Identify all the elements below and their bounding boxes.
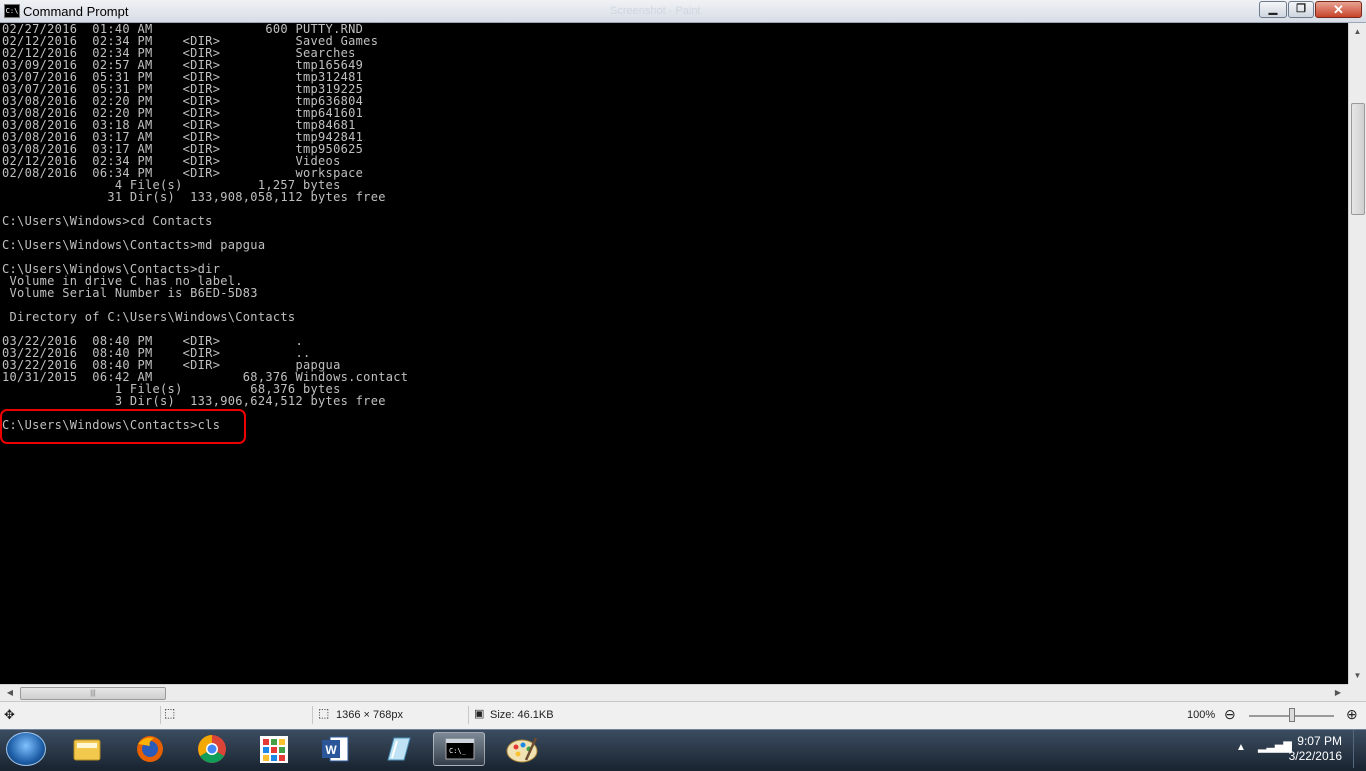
command-prompt-window: C:\ Command Prompt Screenshot - Paint ▁ … bbox=[0, 0, 1366, 708]
vertical-scrollbar[interactable]: ▲ ▼ bbox=[1348, 23, 1366, 684]
network-signal-icon[interactable]: ▂▃▅▇ bbox=[1258, 740, 1292, 753]
status-divider bbox=[160, 706, 161, 724]
selection-icon: ⬚ bbox=[164, 706, 176, 720]
status-divider bbox=[468, 706, 469, 724]
cmd-icon: C:\_ bbox=[445, 738, 475, 760]
taskbar-word[interactable]: W bbox=[310, 732, 362, 766]
restore-icon: ❐ bbox=[1296, 3, 1306, 15]
console-output[interactable]: 02/27/2016 01:40 AM 600 PUTTY.RND 02/12/… bbox=[0, 23, 1348, 684]
minimize-icon: ▁ bbox=[1268, 3, 1278, 15]
word-icon: W bbox=[322, 736, 349, 762]
horizontal-scroll-thumb[interactable]: ||| bbox=[20, 687, 166, 700]
taskbar-apps[interactable] bbox=[248, 732, 300, 766]
maximize-button[interactable]: ❐ bbox=[1288, 1, 1314, 18]
taskbar-paint[interactable] bbox=[496, 732, 548, 766]
scroll-left-arrow-icon[interactable]: ◀ bbox=[2, 685, 18, 701]
taskbar-cmd[interactable]: C:\_ bbox=[433, 732, 485, 766]
console-text: 02/27/2016 01:40 AM 600 PUTTY.RND 02/12/… bbox=[2, 23, 409, 432]
taskbar-firefox[interactable] bbox=[124, 732, 176, 766]
zoom-in-icon[interactable]: ⊕ bbox=[1346, 706, 1358, 723]
taskbar-explorer[interactable] bbox=[61, 732, 113, 766]
apps-grid-icon bbox=[260, 736, 288, 763]
scroll-right-arrow-icon[interactable]: ▶ bbox=[1330, 685, 1346, 701]
svg-text:W: W bbox=[325, 743, 337, 757]
scroll-down-arrow-icon[interactable]: ▼ bbox=[1349, 667, 1366, 684]
status-divider bbox=[312, 706, 313, 724]
scroll-up-arrow-icon[interactable]: ▲ bbox=[1349, 23, 1366, 40]
taskbar: W C:\_ ▲ ▂▃▅▇ 9:07 PM 3/22/2016 bbox=[0, 729, 1366, 768]
zoom-out-icon[interactable]: ⊖ bbox=[1224, 706, 1236, 723]
paint-icon bbox=[506, 737, 538, 763]
image-size-icon: ⬚ bbox=[318, 706, 330, 720]
ghost-title: Screenshot - Paint bbox=[610, 5, 701, 17]
chrome-icon bbox=[198, 735, 226, 763]
red-annotation-circle bbox=[0, 409, 246, 444]
title-bar[interactable]: C:\ Command Prompt Screenshot - Paint ▁ … bbox=[0, 0, 1366, 23]
start-button[interactable] bbox=[6, 732, 46, 766]
scroll-corner bbox=[1348, 684, 1366, 701]
clock-time: 9:07 PM bbox=[1297, 734, 1342, 748]
show-hidden-icons-icon[interactable]: ▲ bbox=[1236, 742, 1246, 753]
disk-icon: ▣ bbox=[474, 708, 485, 720]
vertical-scroll-thumb[interactable] bbox=[1351, 103, 1365, 215]
close-button[interactable]: ✕ bbox=[1315, 1, 1362, 18]
notepad-icon bbox=[387, 737, 411, 761]
image-dimensions: 1366 × 768px bbox=[336, 709, 403, 721]
show-desktop-button[interactable] bbox=[1353, 730, 1366, 768]
cmd-app-icon[interactable]: C:\ bbox=[4, 4, 20, 18]
taskbar-notepad[interactable] bbox=[372, 732, 424, 766]
window-title: Command Prompt bbox=[23, 4, 129, 19]
zoom-level: 100% bbox=[1187, 709, 1216, 721]
taskbar-chrome[interactable] bbox=[186, 732, 238, 766]
explorer-icon bbox=[73, 739, 101, 761]
minimize-button[interactable]: ▁ bbox=[1259, 1, 1287, 18]
svg-text:C:\_: C:\_ bbox=[449, 747, 467, 755]
close-icon: ✕ bbox=[1333, 2, 1344, 17]
file-size: Size: 46.1KB bbox=[490, 709, 554, 721]
paint-status-bar: ✥ ⬚ ⬚ 1366 × 768px ▣ Size: 46.1KB 100% ⊖… bbox=[0, 701, 1366, 729]
zoom-slider-thumb[interactable] bbox=[1289, 708, 1295, 722]
firefox-icon bbox=[137, 736, 163, 762]
horizontal-scrollbar[interactable]: ◀ ||| ▶ bbox=[0, 684, 1348, 701]
system-clock[interactable]: 9:07 PM 3/22/2016 bbox=[1289, 734, 1342, 764]
move-cursor-icon: ✥ bbox=[4, 707, 15, 722]
clock-date: 3/22/2016 bbox=[1288, 749, 1342, 763]
